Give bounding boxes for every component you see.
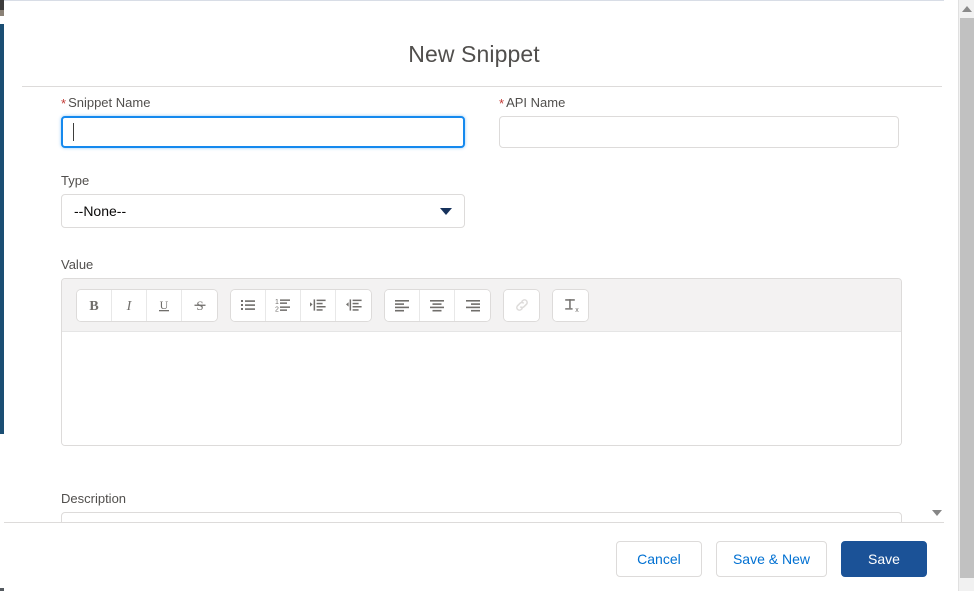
type-field-wrapper: Type --None-- [61,173,465,228]
browser-vertical-scrollbar[interactable] [958,0,974,595]
rich-text-editor: B I U S 1 2 x [61,278,902,446]
save-button[interactable]: Save [841,540,927,577]
bulleted-list-icon[interactable] [231,289,266,321]
required-asterisk-icon: * [61,96,67,111]
modal-dialog: New Snippet * Snippet Name * API Name Ty… [4,0,944,595]
svg-text:1: 1 [275,299,279,306]
text-format-group: B I U S [77,289,217,321]
indent-decrease-icon[interactable] [336,289,371,321]
header-divider [22,86,942,87]
value-label: Value [61,257,94,272]
scroll-down-arrow-icon[interactable] [932,510,942,516]
snippet-name-label: * Snippet Name [61,95,465,111]
italic-icon[interactable]: I [112,289,147,321]
svg-text:B: B [89,299,98,314]
type-select-value: --None-- [74,203,127,219]
svg-text:2: 2 [275,307,279,314]
svg-text:U: U [160,298,169,312]
list-indent-group: 1 2 [231,289,371,321]
modal-body: *Snippet Name *API Name Type --None-- [4,89,944,522]
window-bottom-strip [0,591,974,595]
bold-icon[interactable]: B [77,289,112,321]
remove-formatting-icon[interactable]: x [553,289,588,321]
numbered-list-icon[interactable]: 1 2 [266,289,301,321]
description-input[interactable] [61,512,902,522]
api-name-label-text: API Name [506,95,566,110]
rich-text-toolbar: B I U S 1 2 x [62,279,901,332]
svg-text:I: I [126,299,133,314]
modal-footer: Cancel Save & New Save [4,523,944,594]
snippet-name-input[interactable] [61,116,465,148]
type-label: Type [61,173,90,188]
underline-icon[interactable]: U [147,289,182,321]
scroll-up-arrow-icon[interactable] [962,6,972,12]
api-name-label: * API Name [499,95,899,111]
required-asterisk-icon: * [499,96,505,111]
new-snippet-modal-screen: New Snippet * Snippet Name * API Name Ty… [0,0,974,595]
indent-increase-icon[interactable] [301,289,336,321]
text-caret [73,123,74,141]
type-select[interactable]: --None-- [61,194,465,228]
clear-format-group: x [553,289,588,321]
value-field-wrapper: Value B I U S 1 2 x [61,257,902,446]
description-field-wrapper: Description [61,491,902,522]
cancel-button[interactable]: Cancel [615,540,702,577]
alignment-group [385,289,490,321]
description-label: Description [61,491,127,506]
modal-header: New Snippet [4,1,944,89]
snippet-name-label-text: Snippet Name [68,95,151,110]
align-left-icon[interactable] [385,289,420,321]
modal-body-scrollbar[interactable] [929,89,944,522]
link-group [504,289,539,321]
value-rich-text-area[interactable] [62,332,901,445]
scrollbar-thumb[interactable] [960,18,974,578]
link-icon[interactable] [504,289,539,321]
align-right-icon[interactable] [455,289,490,321]
align-center-icon[interactable] [420,289,455,321]
save-and-new-button[interactable]: Save & New [715,540,827,577]
snippet-name-field-wrapper: * Snippet Name [61,95,465,148]
api-name-input[interactable] [499,116,899,148]
page-title: New Snippet [408,41,540,67]
api-name-field-wrapper: * API Name [499,95,899,148]
svg-text:x: x [575,307,579,314]
chevron-down-icon [440,208,452,215]
strikethrough-icon[interactable]: S [182,289,217,321]
